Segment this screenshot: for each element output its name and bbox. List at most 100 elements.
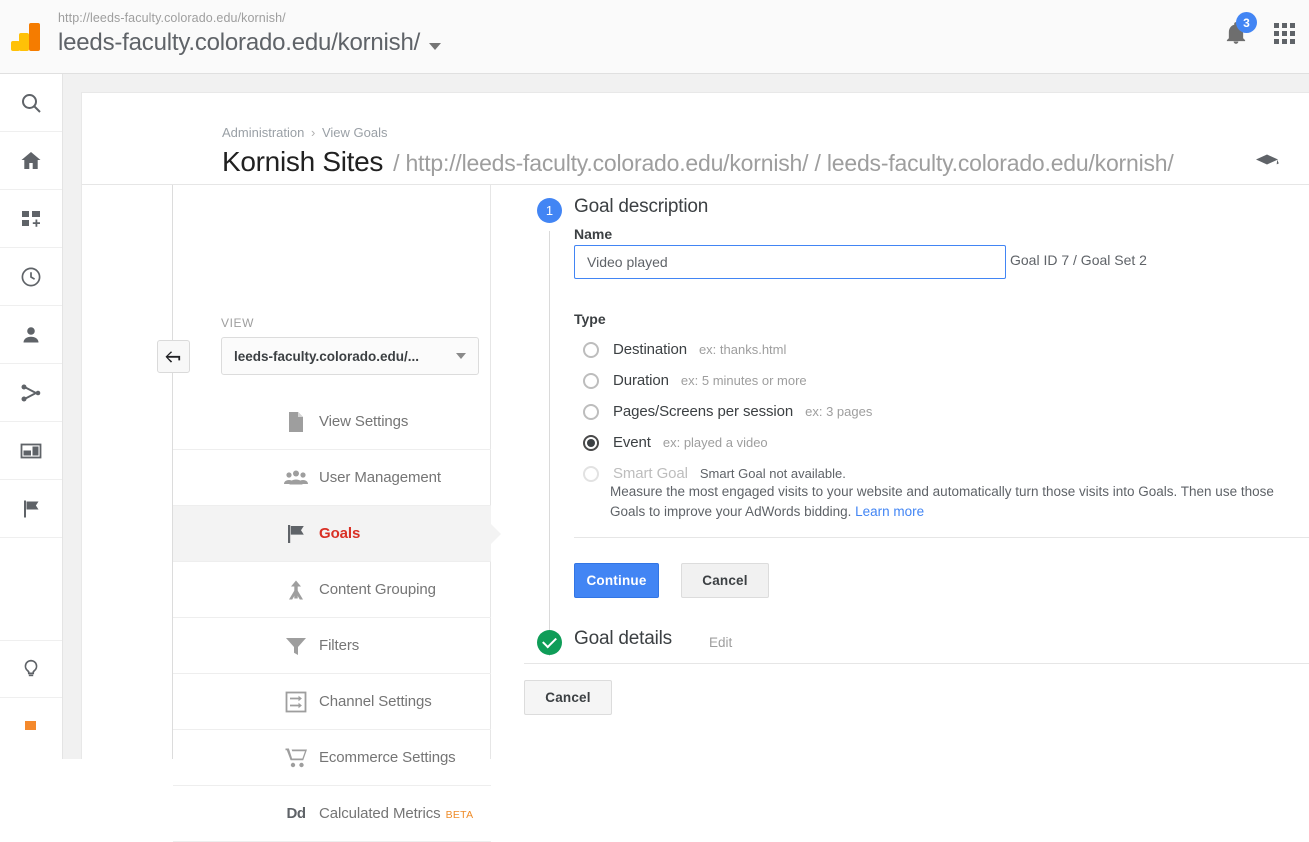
goal-id-text: Goal ID 7 / Goal Set 2 <box>1010 252 1147 268</box>
radio-label: Pages/Screens per session <box>613 403 794 420</box>
breadcrumb-separator: › <box>311 125 316 140</box>
notifications-button[interactable]: 3 <box>1219 12 1257 50</box>
radio-button-selected-icon <box>583 434 599 451</box>
admin-menu-item-view-settings[interactable]: View Settings <box>173 394 491 450</box>
caret-down-icon <box>456 353 466 359</box>
admin-menu-item-user-management[interactable]: User Management <box>173 450 491 506</box>
divider-bottom <box>524 663 1309 664</box>
home-icon[interactable] <box>0 132 62 190</box>
radio-label: Event <box>613 434 651 451</box>
page-shell: Administration › View Goals Kornish Site… <box>63 74 1309 842</box>
content-card: Administration › View Goals Kornish Site… <box>81 92 1309 842</box>
caret-down-icon[interactable] <box>429 42 442 50</box>
left-nav-rail <box>0 74 63 759</box>
radio-example: ex: played a video <box>662 435 768 450</box>
top-bar-actions: 3 <box>1219 12 1301 50</box>
view-selector[interactable]: leeds-faculty.colorado.edu/... <box>221 337 479 375</box>
radio-label: Smart Goal <box>613 465 688 482</box>
view-selector-value: leeds-faculty.colorado.edu/... <box>234 348 420 364</box>
radio-button-icon <box>583 341 599 358</box>
admin-menu-item-channel-settings[interactable]: Channel Settings <box>173 674 491 730</box>
admin-menu-label: Goals <box>319 525 361 542</box>
google-analytics-logo[interactable] <box>8 18 46 56</box>
lightbulb-icon[interactable] <box>0 640 62 698</box>
page-title: Kornish Sites / http://leeds-faculty.col… <box>222 146 1309 178</box>
smart-goal-description: Measure the most engaged visits to your … <box>610 482 1300 522</box>
shopping-cart-icon <box>283 747 309 768</box>
radio-smart-goal: Smart Goal Smart Goal not available. <box>583 465 846 482</box>
account-url: http://leeds-faculty.colorado.edu/kornis… <box>58 11 286 25</box>
search-icon[interactable] <box>0 74 62 132</box>
edit-link[interactable]: Edit <box>709 635 732 650</box>
admin-menu-label: Filters <box>319 637 360 654</box>
audience-person-icon[interactable] <box>0 306 62 364</box>
beta-badge: BETA <box>445 808 474 821</box>
radio-pages-screens-per-session[interactable]: Pages/Screens per session ex: 3 pages <box>583 403 872 420</box>
goal-name-input[interactable] <box>574 245 1006 279</box>
step-1-title: Goal description <box>574 196 709 217</box>
radio-example: ex: 3 pages <box>805 404 873 419</box>
realtime-clock-icon[interactable] <box>0 248 62 306</box>
orange-square-icon[interactable] <box>0 698 62 756</box>
type-field-label: Type <box>574 311 606 327</box>
top-bar: http://leeds-faculty.colorado.edu/kornis… <box>0 0 1309 74</box>
admin-menu-label: Channel Settings <box>319 693 432 710</box>
goal-form: 1 Goal description Name Goal ID 7 / Goal… <box>491 185 1309 759</box>
admin-menu-label: User Management <box>319 469 441 486</box>
radio-example: ex: 5 minutes or more <box>680 373 807 388</box>
radio-label: Destination <box>613 341 687 358</box>
document-icon <box>283 411 309 433</box>
admin-menu-item-ecommerce-settings[interactable]: Ecommerce Settings <box>173 730 491 786</box>
smart-goal-description-text: Measure the most engaged visits to your … <box>610 484 1274 519</box>
acquisition-share-icon[interactable] <box>0 364 62 422</box>
content-grouping-icon <box>283 579 309 601</box>
apps-grid-icon[interactable] <box>1267 16 1301 50</box>
cancel-button[interactable]: Cancel <box>681 563 769 598</box>
admin-body: VIEW leeds-faculty.colorado.edu/... View… <box>82 185 1309 842</box>
page-title-main: Kornish Sites <box>222 146 384 177</box>
page-title-path: / http://leeds-faculty.colorado.edu/korn… <box>393 150 1174 176</box>
radio-destination[interactable]: Destination ex: thanks.html <box>583 341 786 358</box>
breadcrumb: Administration › View Goals <box>222 125 1309 141</box>
step-2-title: Goal details <box>574 628 672 649</box>
admin-menu-item-filters[interactable]: Filters <box>173 618 491 674</box>
learn-more-link[interactable]: Learn more <box>855 504 924 519</box>
account-selector[interactable]: http://leeds-faculty.colorado.edu/kornis… <box>58 10 442 57</box>
flag-icon <box>283 523 309 545</box>
behavior-browser-icon[interactable] <box>0 422 62 480</box>
admin-menu-label: View Settings <box>319 413 409 430</box>
notifications-badge: 3 <box>1236 12 1257 33</box>
breadcrumb-root[interactable]: Administration <box>222 125 304 140</box>
admin-column: VIEW leeds-faculty.colorado.edu/... View… <box>82 185 501 842</box>
admin-menu-item-calculated-metrics[interactable]: Dd Calculated Metrics BETA <box>173 786 491 842</box>
radio-event[interactable]: Event ex: played a video <box>583 434 768 451</box>
radio-button-icon <box>583 372 599 389</box>
step-2-badge <box>537 630 562 655</box>
rail-spacer <box>0 538 62 640</box>
account-name: leeds-faculty.colorado.edu/kornish/ <box>58 29 421 56</box>
divider <box>574 537 1309 538</box>
page-header: Administration › View Goals Kornish Site… <box>82 93 1309 185</box>
dd-metrics-icon: Dd <box>286 805 307 822</box>
back-button[interactable] <box>157 340 190 373</box>
radio-button-icon <box>583 403 599 420</box>
radio-button-disabled-icon <box>583 465 599 482</box>
admin-menu-label: Ecommerce Settings <box>319 749 456 766</box>
radio-example: Smart Goal not available. <box>699 466 846 481</box>
conversions-flag-icon[interactable] <box>0 480 62 538</box>
admin-menu-label: Content Grouping <box>319 581 436 598</box>
admin-menu-item-goals[interactable]: Goals <box>173 506 501 562</box>
funnel-icon <box>283 636 309 656</box>
bottom-cancel-button[interactable]: Cancel <box>524 680 612 715</box>
admin-menu-item-content-grouping[interactable]: Content Grouping <box>173 562 491 618</box>
continue-button[interactable]: Continue <box>574 563 659 598</box>
customization-add-icon[interactable] <box>0 190 62 248</box>
admin-menu: View Settings User Management Goals Cont… <box>173 394 501 842</box>
view-label: VIEW <box>221 316 255 330</box>
check-icon <box>542 633 557 649</box>
step-connector <box>549 231 550 656</box>
radio-label: Duration <box>613 372 669 389</box>
radio-duration[interactable]: Duration ex: 5 minutes or more <box>583 372 807 389</box>
graduation-cap-icon[interactable] <box>1253 150 1281 175</box>
breadcrumb-current: View Goals <box>321 125 388 140</box>
